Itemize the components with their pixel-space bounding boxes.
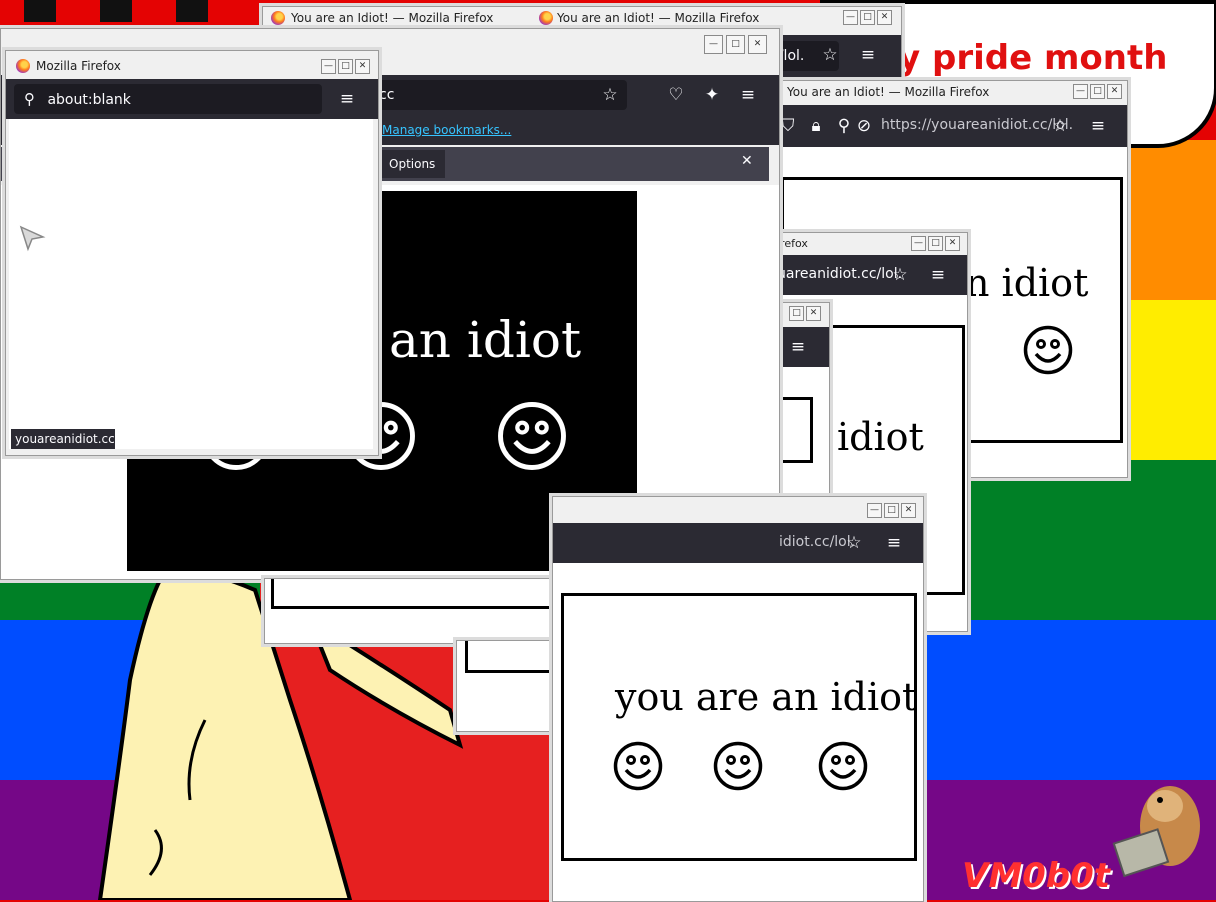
- window-title: You are an Idiot! — Mozilla Firefox: [787, 85, 990, 99]
- idiot-frame: [561, 593, 917, 861]
- maximize-button[interactable]: □: [338, 59, 353, 74]
- idiot-text: n idiot: [965, 261, 1089, 305]
- close-button[interactable]: ✕: [901, 503, 916, 518]
- close-button[interactable]: ✕: [1107, 84, 1122, 99]
- browser-window-sliver-1[interactable]: □ ✕ ≡: [778, 302, 830, 494]
- hamburger-menu-icon[interactable]: ≡: [737, 85, 759, 105]
- close-button[interactable]: ✕: [806, 306, 821, 321]
- lock-icon: 🔒︎: [811, 116, 821, 136]
- window-title: irefox: [777, 237, 808, 250]
- pocket-icon[interactable]: ♡: [665, 85, 687, 105]
- minimize-button[interactable]: —: [911, 236, 926, 251]
- url-bar[interactable]: ⚲ about:blank: [14, 84, 322, 114]
- window-title: Mozilla Firefox: [36, 59, 121, 73]
- idiot-text: an idiot: [389, 311, 582, 369]
- search-icon: ⚲: [24, 90, 35, 108]
- idiot-text: you are an idiot: [615, 675, 918, 719]
- smiley-icon: [1023, 325, 1073, 375]
- page-content: youareanidiot.cc: [9, 119, 373, 449]
- close-icon[interactable]: ✕: [741, 153, 753, 169]
- page-content: you are an idiot: [553, 563, 923, 901]
- idiot-frame: [779, 397, 813, 463]
- maximize-button[interactable]: □: [928, 236, 943, 251]
- close-button[interactable]: ✕: [355, 59, 370, 74]
- firefox-icon: [539, 11, 553, 25]
- hamburger-menu-icon[interactable]: ≡: [857, 45, 879, 65]
- minimize-button[interactable]: —: [867, 503, 882, 518]
- star-icon[interactable]: ☆: [843, 533, 865, 553]
- hamburger-menu-icon[interactable]: ≡: [883, 533, 905, 553]
- maximize-button[interactable]: □: [884, 503, 899, 518]
- nav-bar: ⚲ about:blank ≡: [6, 79, 378, 119]
- smiley-icon: [818, 741, 868, 791]
- hamburger-menu-icon[interactable]: ≡: [927, 265, 949, 285]
- smiley-icon: [613, 741, 663, 791]
- star-icon[interactable]: ☆: [819, 45, 841, 65]
- maximize-button[interactable]: □: [726, 35, 745, 54]
- maximize-button[interactable]: □: [789, 306, 804, 321]
- close-button[interactable]: ✕: [945, 236, 960, 251]
- hamburger-menu-icon[interactable]: ≡: [1087, 116, 1109, 136]
- hamster-image: [1112, 786, 1200, 878]
- maximize-button[interactable]: □: [860, 10, 875, 25]
- idiot-text: idiot: [837, 415, 924, 459]
- url-bar[interactable]: cc: [373, 80, 627, 110]
- options-button[interactable]: Options: [379, 150, 446, 178]
- watermark-text: VM0b0t: [962, 856, 1111, 896]
- nav-bar: ≡: [779, 327, 829, 367]
- url-text[interactable]: https://youareanidiot.cc/lol.: [881, 117, 1073, 133]
- minimize-button[interactable]: —: [704, 35, 723, 54]
- permissions-icon[interactable]: ⚲: [833, 116, 855, 136]
- minimize-button[interactable]: —: [1073, 84, 1088, 99]
- top-left-fragment: [176, 0, 208, 22]
- star-icon[interactable]: ☆: [889, 265, 911, 285]
- browser-window-front-left[interactable]: Mozilla Firefox — □ ✕ ⚲ about:blank ≡ yo…: [5, 50, 379, 456]
- tracking-icon[interactable]: ⊘: [853, 116, 875, 136]
- url-text: about:blank: [47, 92, 131, 108]
- mouse-cursor-icon: [19, 225, 46, 252]
- smiley-icon: [497, 401, 567, 471]
- browser-window-bottom[interactable]: — □ ✕ idiot.cc/lol. ☆ ≡ you are an idiot: [552, 496, 924, 902]
- minimize-button[interactable]: —: [843, 10, 858, 25]
- hamburger-menu-icon[interactable]: ≡: [336, 89, 358, 109]
- firefox-icon: [271, 11, 285, 25]
- banner-text: y pride month: [898, 38, 1168, 78]
- maximize-button[interactable]: □: [1090, 84, 1105, 99]
- star-icon[interactable]: ☆: [1049, 116, 1071, 136]
- nav-bar: idiot.cc/lol. ☆ ≡: [553, 523, 923, 563]
- close-button[interactable]: ✕: [748, 35, 767, 54]
- top-left-fragment: [100, 0, 132, 22]
- manage-bookmarks-link[interactable]: Manage bookmarks...: [382, 123, 511, 137]
- hamburger-menu-icon[interactable]: ≡: [787, 337, 809, 357]
- status-bar: youareanidiot.cc: [11, 429, 115, 449]
- page-content: [779, 367, 829, 493]
- minimize-button[interactable]: —: [321, 59, 336, 74]
- nav-bar: uareanidiot.cc/lol. ☆ ≡: [777, 255, 967, 295]
- url-text: cc: [379, 87, 395, 103]
- firefox-icon: [16, 59, 30, 73]
- page-content: [457, 641, 567, 731]
- star-icon[interactable]: ☆: [599, 85, 621, 105]
- top-left-fragment: [24, 0, 56, 22]
- extensions-icon[interactable]: ✦: [701, 85, 723, 105]
- window-title: You are an Idiot! — Mozilla Firefox: [557, 11, 760, 25]
- nav-bar: ⛉ 🔒︎ ⚲ ⊘ https://youareanidiot.cc/lol. ☆…: [777, 105, 1127, 147]
- window-title: You are an Idiot! — Mozilla Firefox: [291, 11, 494, 25]
- url-text[interactable]: uareanidiot.cc/lol.: [777, 266, 902, 282]
- shield-icon[interactable]: ⛉: [777, 116, 799, 136]
- close-button[interactable]: ✕: [877, 10, 892, 25]
- smiley-icon: [713, 741, 763, 791]
